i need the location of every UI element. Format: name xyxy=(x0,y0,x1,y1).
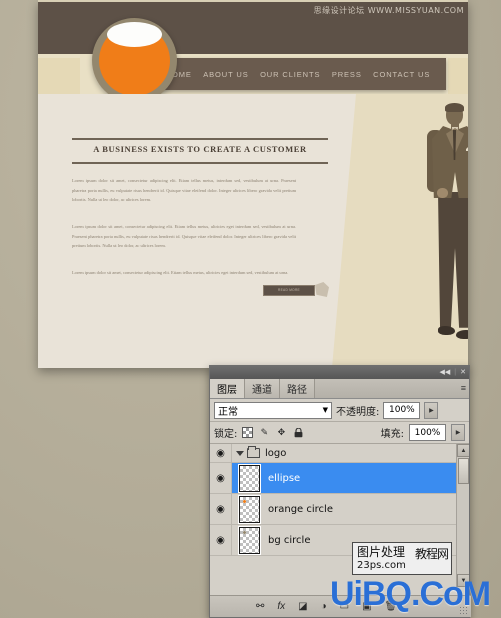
thumbnail-content-dot xyxy=(243,530,246,534)
eye-icon: ◉ xyxy=(216,447,225,459)
padlock-glyph xyxy=(294,427,303,437)
site-logo[interactable] xyxy=(92,18,177,103)
lock-all-icon[interactable] xyxy=(292,427,304,439)
link-layers-icon[interactable]: ⚯ xyxy=(256,601,264,612)
fill-input[interactable]: 100% xyxy=(409,424,446,441)
site-nav: HOME ABOUT US OUR CLIENTS PRESS CONTACT … xyxy=(150,58,446,90)
lock-row: 锁定: ✎ ✥ 填充: 100% ▶ xyxy=(210,422,469,444)
eye-icon: ◉ xyxy=(216,534,225,546)
headline-rule-bottom xyxy=(72,162,328,164)
body-paragraph-1: Lorem ipsum dolor sit amet, consectetur … xyxy=(72,178,296,202)
businessman-illustration xyxy=(416,103,468,359)
add-layer-mask-icon[interactable]: ◪ xyxy=(298,601,307,612)
layer-row[interactable]: ◉ orange circle xyxy=(210,494,469,525)
folder-icon xyxy=(247,446,260,458)
layer-visibility-toggle[interactable]: ◉ xyxy=(210,494,232,524)
layer-visibility-toggle[interactable]: ◉ xyxy=(210,463,232,493)
nav-item-our-clients[interactable]: OUR CLIENTS xyxy=(260,70,320,79)
chevron-down-icon: ▼ xyxy=(322,406,328,414)
lock-transparent-pixels-icon[interactable] xyxy=(242,427,254,438)
fill-label: 填充: xyxy=(380,429,404,440)
lock-image-pixels-icon[interactable]: ✎ xyxy=(258,427,270,439)
illustration-shoe-left xyxy=(438,326,455,335)
layer-name: bg circle xyxy=(268,534,311,546)
headline-rule-top xyxy=(72,138,328,140)
scrollbar-thumb[interactable] xyxy=(458,458,469,484)
body-paragraph-3: Lorem ipsum dolor sit amet, consectetur … xyxy=(72,270,289,275)
layer-style-fx-icon[interactable]: fx xyxy=(277,601,285,612)
titlebar-separator: | xyxy=(454,369,457,376)
group-name: logo xyxy=(265,447,287,459)
read-more-button[interactable]: READ MORE xyxy=(263,285,315,296)
group-visibility-toggle[interactable]: ◉ xyxy=(210,444,232,462)
blend-mode-select[interactable]: 正常 ▼ xyxy=(214,401,332,419)
illustration-legs xyxy=(438,192,468,328)
fill-slider-arrow[interactable]: ▶ xyxy=(451,424,465,441)
layer-name: orange circle xyxy=(268,503,333,515)
tab-paths[interactable]: 路径 xyxy=(280,379,315,398)
illustration-hand-left xyxy=(437,188,448,198)
chevron-down-icon xyxy=(235,450,244,456)
layer-name: ellipse xyxy=(268,472,301,484)
watermark-uibq: UiBQ.CoM xyxy=(330,575,491,613)
layer-row[interactable]: ◉ ellipse xyxy=(210,463,469,494)
panel-tab-row: 图层 通道 路径 ≡ xyxy=(210,379,469,399)
blend-mode-row: 正常 ▼ 不透明度: 100% ▶ xyxy=(210,399,469,422)
lock-label: 锁定: xyxy=(214,429,238,440)
scroll-up-arrow[interactable]: ▲ xyxy=(457,444,469,457)
tab-layers[interactable]: 图层 xyxy=(210,379,245,398)
watermark-23ps-box: 图片处理 23ps.com 教程网 xyxy=(352,542,452,575)
eye-icon: ◉ xyxy=(216,472,225,484)
nav-item-about-us[interactable]: ABOUT US xyxy=(203,70,248,79)
page-headline: A BUSINESS EXISTS TO CREATE A CUSTOMER xyxy=(93,144,307,154)
nav-item-contact-us[interactable]: CONTACT US xyxy=(373,70,430,79)
body-paragraph-2: Lorem ipsum dolor sit amet, consectetur … xyxy=(72,224,296,248)
layer-thumbnail[interactable] xyxy=(239,464,260,492)
opacity-slider-arrow[interactable]: ▶ xyxy=(424,401,439,419)
eye-icon: ◉ xyxy=(216,503,225,515)
watermark-missyuan: 思缘设计论坛 WWW.MISSYUAN.COM xyxy=(313,6,464,15)
tab-channels[interactable]: 通道 xyxy=(245,379,280,398)
layer-visibility-toggle[interactable]: ◉ xyxy=(210,525,232,555)
logo-ellipse xyxy=(107,22,162,47)
blend-mode-value: 正常 xyxy=(218,406,238,418)
site-content-area: A BUSINESS EXISTS TO CREATE A CUSTOMER L… xyxy=(38,94,468,368)
thumbnail-content-dot xyxy=(243,499,246,503)
group-disclosure-toggle[interactable] xyxy=(232,450,247,456)
layer-group-row[interactable]: ◉ logo xyxy=(210,444,469,463)
layer-thumbnail[interactable] xyxy=(239,526,260,554)
read-more-label: READ MORE xyxy=(277,288,300,292)
illustration-hair xyxy=(445,103,464,112)
opacity-label: 不透明度: xyxy=(336,406,380,418)
collapse-icon[interactable]: ◀◀ xyxy=(440,369,451,376)
web-design-mockup: 思缘设计论坛 WWW.MISSYUAN.COM HOME ABOUT US OU… xyxy=(38,0,468,368)
nav-item-press[interactable]: PRESS xyxy=(332,70,362,79)
layer-thumbnail[interactable] xyxy=(239,495,260,523)
illustration-shoe-right xyxy=(456,330,468,339)
layer-list-scrollbar[interactable]: ▲ ▼ xyxy=(456,444,469,587)
lock-position-icon[interactable]: ✥ xyxy=(275,427,287,439)
read-more-ribbon-tab xyxy=(315,282,329,297)
panel-titlebar[interactable]: ◀◀ | ✕ xyxy=(210,366,469,379)
adjustment-layer-icon[interactable]: ◑ xyxy=(321,601,327,612)
close-icon[interactable]: ✕ xyxy=(460,369,466,376)
watermark-23ps-cn: 教程网 xyxy=(414,547,449,561)
panel-menu-icon[interactable]: ≡ xyxy=(461,383,466,393)
opacity-input[interactable]: 100% xyxy=(383,401,421,419)
